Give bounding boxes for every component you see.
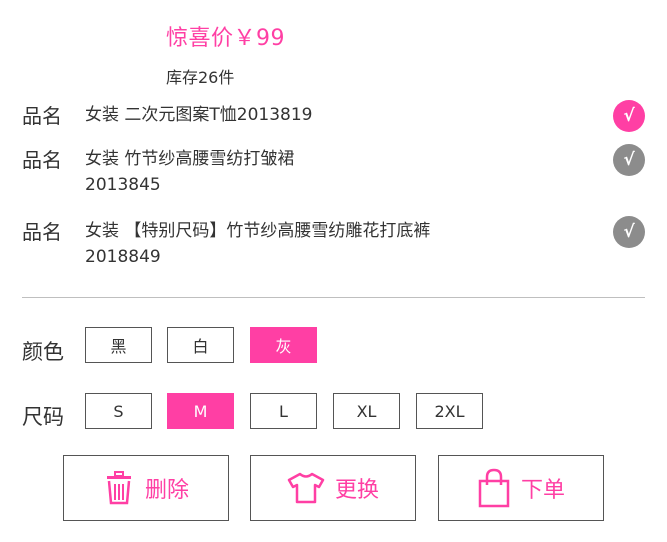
size-label: 尺码 (22, 405, 64, 429)
product-item: 品名 女装 二次元图案T恤2013819 √ (22, 100, 645, 140)
select-check-icon[interactable]: √ (613, 216, 645, 248)
size-option-s[interactable]: S (85, 393, 152, 429)
product-name-line: 女装 竹节纱高腰雪纺打皱裙 (85, 149, 295, 169)
price-label: 惊喜价￥99 (166, 26, 285, 51)
stock-label: 库存26件 (166, 68, 235, 87)
trash-icon (103, 471, 135, 505)
select-check-icon[interactable]: √ (613, 100, 645, 132)
change-button[interactable]: 更换 (250, 455, 416, 521)
product-name-line: 女装 【特别尺码】竹节纱高腰雪纺雕花打底裤 (85, 221, 431, 241)
order-button-label: 下单 (520, 478, 565, 503)
product-name-label: 品名 (22, 148, 62, 172)
size-option-2xl[interactable]: 2XL (416, 393, 483, 429)
color-option-white[interactable]: 白 (167, 327, 234, 363)
product-name-line: 女装 二次元图案T恤2013819 (85, 105, 313, 125)
product-name: 女装 竹节纱高腰雪纺打皱裙 2013845 (85, 146, 294, 198)
color-label: 颜色 (22, 340, 64, 364)
size-option-l[interactable]: L (250, 393, 317, 429)
size-option-m[interactable]: M (167, 393, 234, 429)
delete-button-label: 删除 (144, 478, 189, 503)
product-name: 女装 二次元图案T恤2013819 (85, 102, 313, 128)
product-item: 品名 女装 竹节纱高腰雪纺打皱裙 2013845 √ (22, 144, 645, 204)
product-name-label: 品名 (22, 220, 62, 244)
product-name: 女装 【特别尺码】竹节纱高腰雪纺雕花打底裤 2018849 (85, 218, 430, 270)
divider (22, 297, 645, 298)
select-check-icon[interactable]: √ (613, 144, 645, 176)
product-code-line: 2018849 (85, 247, 161, 267)
product-item: 品名 女装 【特别尺码】竹节纱高腰雪纺雕花打底裤 2018849 √ (22, 216, 645, 276)
shopping-bag-icon (477, 468, 511, 508)
size-option-xl[interactable]: XL (333, 393, 400, 429)
tshirt-icon (287, 472, 325, 504)
color-option-black[interactable]: 黑 (85, 327, 152, 363)
product-name-label: 品名 (22, 104, 62, 128)
order-button[interactable]: 下单 (438, 455, 604, 521)
color-option-gray[interactable]: 灰 (250, 327, 317, 363)
delete-button[interactable]: 删除 (63, 455, 229, 521)
change-button-label: 更换 (334, 478, 379, 503)
product-code-line: 2013845 (85, 175, 161, 195)
